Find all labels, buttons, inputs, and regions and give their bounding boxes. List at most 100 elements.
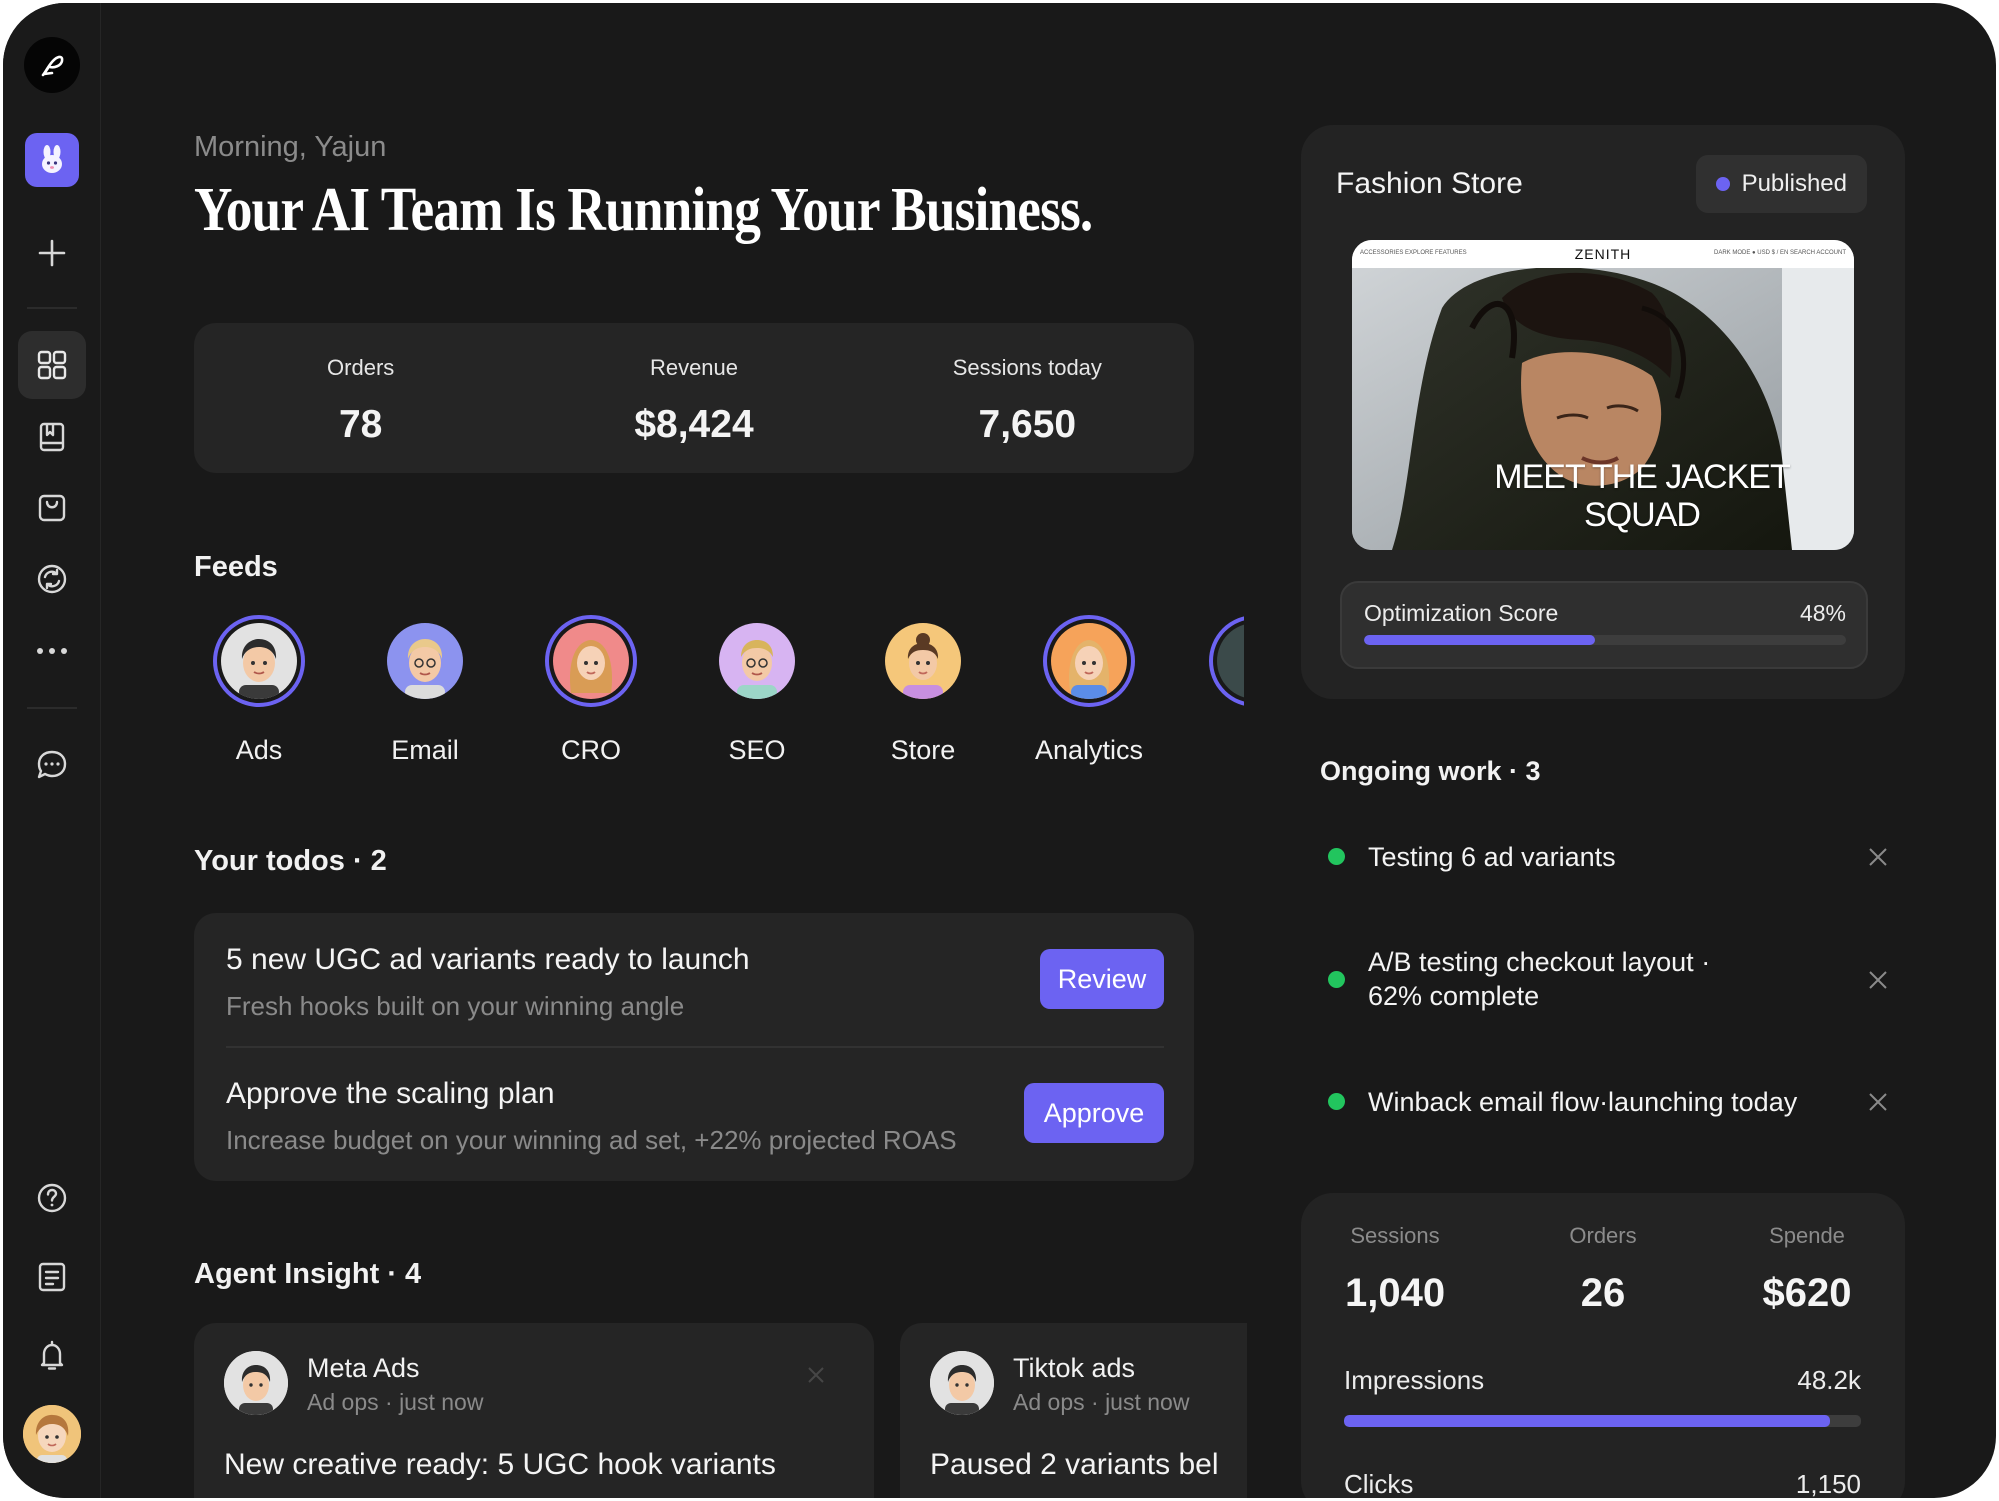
feed-item-seo[interactable]: SEO bbox=[692, 615, 822, 766]
metric-sessions: Sessions 1,040 bbox=[1345, 1223, 1445, 1316]
close-icon[interactable] bbox=[1868, 847, 1888, 872]
ongoing-item-line1: Testing 6 ad variants bbox=[1368, 842, 1616, 872]
preview-nav-right: DARK MODE ● USD $ / EN SEARCH ACCOUNT bbox=[1714, 250, 1846, 256]
feed-item-analytics[interactable]: Analytics bbox=[1024, 615, 1154, 766]
todo-subtitle: Fresh hooks built on your winning angle bbox=[226, 991, 685, 1021]
impressions-value: 48.2k bbox=[1797, 1365, 1861, 1395]
agent-time: just now bbox=[399, 1389, 484, 1415]
insight-text: Paused 2 variants bel bbox=[930, 1448, 1219, 1481]
brand-rabbit-icon[interactable] bbox=[24, 133, 79, 187]
close-icon[interactable] bbox=[1868, 970, 1888, 995]
status-dot bbox=[1715, 177, 1730, 191]
feed-label: CRO bbox=[561, 735, 621, 765]
status-badge[interactable]: Published bbox=[1695, 155, 1867, 213]
feed-item-email[interactable]: Email bbox=[360, 615, 490, 766]
agent-name: Tiktok ads bbox=[1013, 1353, 1136, 1383]
todos-title: Your todos · 2 bbox=[194, 845, 387, 877]
ongoing-item-line1: A/B testing checkout layout · bbox=[1368, 947, 1711, 977]
feed-avatar bbox=[1209, 615, 1244, 707]
stat-label: Revenue bbox=[649, 355, 739, 380]
ongoing-item-line2: 62% complete bbox=[1368, 981, 1540, 1011]
metric-value: 26 bbox=[1580, 1271, 1626, 1315]
feed-avatar bbox=[379, 615, 471, 707]
metric-label: Sessions bbox=[1350, 1223, 1440, 1248]
todos-title-text: Your todos bbox=[194, 845, 345, 877]
user-avatar[interactable] bbox=[22, 1405, 81, 1463]
optimization-fill bbox=[1364, 635, 1596, 645]
document-icon[interactable] bbox=[32, 1257, 72, 1297]
feed-label: Ads bbox=[235, 735, 283, 765]
preview-hero-text: MEET THE JACKET SQUAD bbox=[1472, 458, 1812, 534]
optimization-track bbox=[1364, 635, 1846, 645]
sync-icon[interactable] bbox=[32, 559, 72, 599]
agent-meta: Ad ops · just now bbox=[307, 1389, 484, 1415]
help-icon[interactable] bbox=[32, 1178, 72, 1218]
feeds-carousel[interactable]: Ads Email CRO SEO Store Analytics bbox=[194, 615, 1244, 775]
feed-label: Analytics bbox=[1034, 735, 1144, 765]
metric-label: Spende bbox=[1769, 1223, 1845, 1248]
feed-item-store[interactable]: Store bbox=[858, 615, 988, 766]
insights-carousel[interactable]: Meta Ads Ad ops · just now New creative … bbox=[194, 1323, 1247, 1498]
optimization-value: 48% bbox=[1799, 600, 1846, 626]
impressions-track bbox=[1344, 1415, 1861, 1427]
page-title: Your AI Team Is Running Your Business. bbox=[194, 176, 1093, 244]
ongoing-item-line1: Winback email flow·launching today bbox=[1368, 1087, 1798, 1117]
feed-item-cro[interactable]: CRO bbox=[526, 615, 656, 766]
agent-name: Meta Ads bbox=[307, 1353, 420, 1383]
insight-text: New creative ready: 5 UGC hook variants bbox=[224, 1448, 776, 1481]
insights-title: Agent Insight · 4 bbox=[194, 1258, 422, 1290]
close-icon[interactable] bbox=[806, 1365, 826, 1390]
feed-avatar bbox=[1043, 615, 1135, 707]
app-window: Morning, Yajun Your AI Team Is Running Y… bbox=[3, 3, 1996, 1498]
greeting: Morning, Yajun bbox=[194, 131, 387, 163]
ongoing-count: 3 bbox=[1525, 756, 1541, 786]
insight-card[interactable]: Tiktok ads Ad ops · just now Paused 2 va… bbox=[900, 1323, 1247, 1498]
metric-value: $620 bbox=[1762, 1271, 1852, 1315]
feeds-title: Feeds bbox=[194, 551, 278, 583]
agent-time: just now bbox=[1105, 1389, 1190, 1415]
book-icon[interactable] bbox=[32, 417, 72, 457]
sidebar-divider bbox=[27, 707, 77, 709]
stat-value: 78 bbox=[338, 403, 383, 446]
feed-avatar bbox=[711, 615, 803, 707]
metric-value: 1,040 bbox=[1345, 1271, 1446, 1315]
metric-label: Orders bbox=[1569, 1223, 1637, 1248]
ongoing-title-text: Ongoing work bbox=[1320, 756, 1502, 786]
status-dot bbox=[1328, 971, 1345, 988]
todos-count: 2 bbox=[370, 845, 387, 877]
stat-revenue: Revenue $8,424 bbox=[527, 323, 860, 473]
agent-avatar bbox=[224, 1351, 288, 1415]
feed-avatar bbox=[545, 615, 637, 707]
feed-label: SEO bbox=[728, 735, 786, 765]
ongoing-item[interactable]: Testing 6 ad variants bbox=[1328, 840, 1888, 874]
metric-orders: Orders 26 bbox=[1553, 1223, 1653, 1316]
shopping-bag-icon[interactable] bbox=[32, 488, 72, 528]
optimization-label: Optimization Score bbox=[1364, 600, 1559, 626]
metric-spend: Spende $620 bbox=[1747, 1223, 1867, 1316]
store-preview[interactable]: ACCESSORIES EXPLORE FEATURES ZENITH DARK… bbox=[1352, 240, 1854, 550]
more-icon[interactable] bbox=[32, 631, 72, 671]
todos-card: 5 new UGC ad variants ready to launch Fr… bbox=[194, 913, 1194, 1181]
dashboard-grid-icon[interactable] bbox=[17, 331, 86, 399]
chat-icon[interactable] bbox=[32, 745, 72, 785]
sidebar-divider bbox=[27, 307, 77, 309]
approve-button[interactable]: Approve bbox=[1024, 1083, 1164, 1143]
ongoing-item[interactable]: A/B testing checkout layout · 62% complet… bbox=[1328, 945, 1888, 1015]
app-logo-icon[interactable] bbox=[23, 37, 80, 93]
preview-hero-line1: MEET THE JACKET bbox=[1494, 458, 1790, 496]
feed-label: Email bbox=[391, 735, 459, 765]
insight-card[interactable]: Meta Ads Ad ops · just now New creative … bbox=[194, 1323, 874, 1498]
todo-item: 5 new UGC ad variants ready to launch Fr… bbox=[226, 943, 1164, 1022]
review-button[interactable]: Review bbox=[1040, 949, 1164, 1009]
feed-item-more[interactable] bbox=[1190, 615, 1244, 707]
feed-avatar bbox=[877, 615, 969, 707]
bell-icon[interactable] bbox=[32, 1336, 72, 1376]
ongoing-item-text: Testing 6 ad variants bbox=[1368, 840, 1616, 874]
plus-icon[interactable] bbox=[32, 233, 72, 273]
feed-item-ads[interactable]: Ads bbox=[194, 615, 324, 766]
sidebar bbox=[3, 3, 101, 1498]
agent-meta: Ad ops · just now bbox=[1013, 1389, 1190, 1415]
clicks-label: Clicks bbox=[1344, 1469, 1414, 1498]
ongoing-item[interactable]: Winback email flow·launching today bbox=[1328, 1085, 1888, 1119]
close-icon[interactable] bbox=[1868, 1092, 1888, 1117]
